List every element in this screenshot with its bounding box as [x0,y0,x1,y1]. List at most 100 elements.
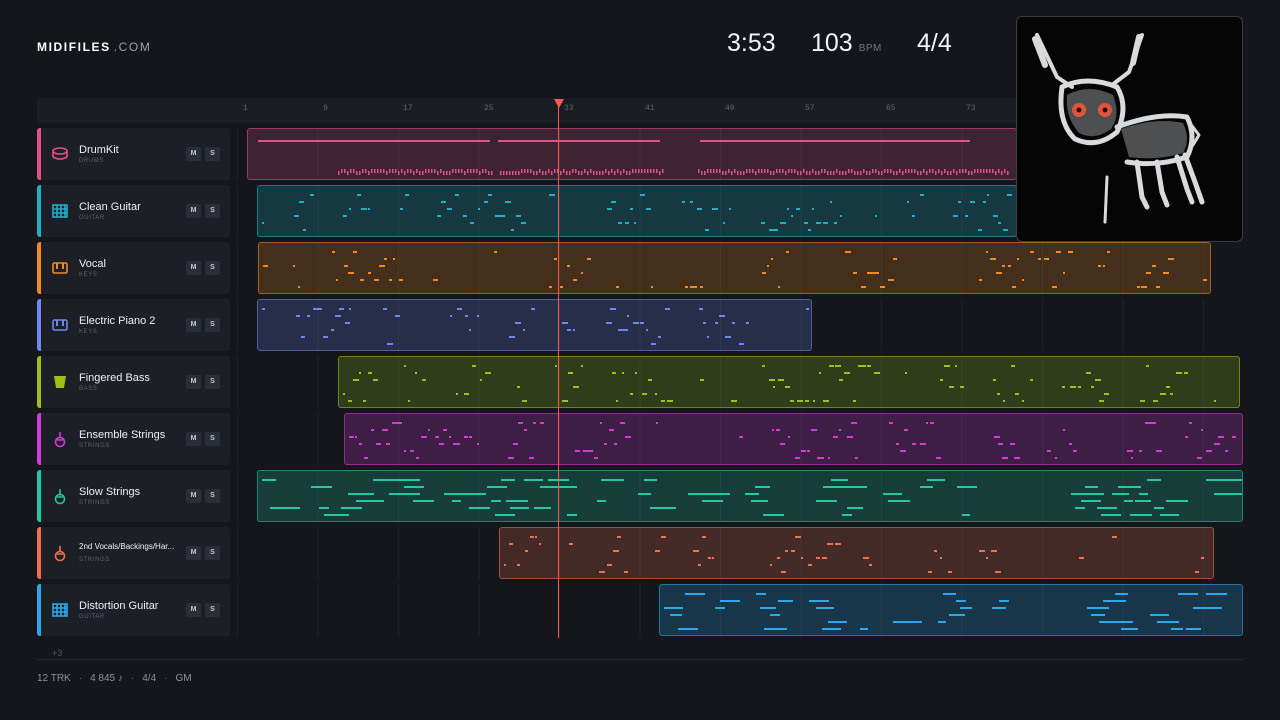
track-color-stripe [37,242,41,294]
track-name: Electric Piano 2 [79,315,156,327]
note-pattern [349,422,1236,459]
track-category: BASS [79,386,98,392]
solo-button[interactable]: S [205,432,220,446]
midi-clip[interactable] [257,470,1243,522]
solo-button[interactable]: S [205,261,220,275]
footer-stats: 12 TRK · 4 845 ♪ · 4/4 · GM [37,673,192,684]
bar-number-41: 41 [645,104,655,113]
note-pattern [263,251,1207,288]
track-category: KEYS [79,272,98,278]
bar-number-33: 33 [564,104,574,113]
violin-icon [51,487,69,505]
midi-clip[interactable] [257,299,812,351]
bass-icon [51,373,69,391]
track-name: Clean Guitar [79,201,141,213]
track-header-fingered-bass[interactable]: Fingered Bass BASS M S [37,356,230,408]
mute-button[interactable]: M [186,261,201,275]
track-color-stripe [37,299,41,351]
track-color-stripe [37,128,41,180]
bar-number-9: 9 [323,104,328,113]
solo-button[interactable]: S [205,204,220,218]
bar-number-65: 65 [886,104,896,113]
violin-icon [51,430,69,448]
note-pattern [262,479,1242,516]
mute-button[interactable]: M [186,432,201,446]
track-header-vocal[interactable]: Vocal KEYS M S [37,242,230,294]
track-header-2nd-vocals-backings-har[interactable]: 2nd Vocals/Backings/Har... STRINGS M S [37,527,230,579]
midi-standard: GM [175,673,192,684]
keys-icon [51,316,69,334]
track-name: 2nd Vocals/Backings/Har... [79,542,175,551]
track-header-clean-guitar[interactable]: Clean Guitar GUITAR M S [37,185,230,237]
track-category: STRINGS [79,557,110,563]
mute-button[interactable]: M [186,546,201,560]
midi-clip[interactable] [258,242,1211,294]
solo-button[interactable]: S [205,147,220,161]
solo-button[interactable]: S [205,375,220,389]
hidden-tracks-count[interactable]: +3 [52,648,62,658]
solo-button[interactable]: S [205,318,220,332]
midi-clip[interactable] [247,128,1017,180]
track-category: KEYS [79,329,98,335]
bar-number-17: 17 [403,104,413,113]
track-header-electric-piano-2[interactable]: Electric Piano 2 KEYS M S [37,299,230,351]
mute-button[interactable]: M [186,204,201,218]
mute-button[interactable]: M [186,375,201,389]
track-header-distortion-guitar[interactable]: Distortion Guitar GUITAR M S [37,584,230,636]
track-color-stripe [37,470,41,522]
mute-button[interactable]: M [186,603,201,617]
track-category: STRINGS [79,443,110,449]
track-color-stripe [37,185,41,237]
track-category: STRINGS [79,500,110,506]
mute-button[interactable]: M [186,318,201,332]
bar-number-25: 25 [484,104,494,113]
mute-button[interactable]: M [186,489,201,503]
logo[interactable]: MIDIFILES .COM [37,40,151,54]
footer-time-signature: 4/4 [142,673,157,684]
midi-clip[interactable] [257,185,1017,237]
track-name: Slow Strings [79,486,141,498]
track-header-drumkit[interactable]: DrumKit DRUMS M S [37,128,230,180]
playhead-handle[interactable] [554,99,564,108]
footer-divider [37,659,1243,660]
track-name: Vocal [79,258,106,270]
logo-main: MIDIFILES [37,40,111,54]
mute-button[interactable]: M [186,147,201,161]
track-name: DrumKit [79,144,119,156]
logo-suffix: .COM [113,40,152,54]
track-name: Ensemble Strings [79,429,166,441]
midi-clip[interactable] [659,584,1243,636]
midi-clip[interactable] [499,527,1214,579]
drum-icon [51,145,69,163]
solo-button[interactable]: S [205,603,220,617]
time-signature-display: 4/4 [917,29,952,57]
note-count: 4 845 ♪ [90,673,123,684]
solo-button[interactable]: S [205,546,220,560]
midi-clip[interactable] [338,356,1240,408]
keys-icon [51,259,69,277]
note-pattern [262,194,1012,231]
track-header-slow-strings[interactable]: Slow Strings STRINGS M S [37,470,230,522]
bar-number-1: 1 [243,104,248,113]
midi-clip[interactable] [344,413,1243,465]
guitar-grid-icon [51,601,69,619]
track-category: DRUMS [79,158,104,164]
bar-number-57: 57 [805,104,815,113]
note-pattern [258,140,1009,175]
note-pattern [664,593,1227,630]
note-pattern [504,536,1204,573]
track-count: 12 TRK [37,673,71,684]
track-color-stripe [37,527,41,579]
guitar-grid-icon [51,202,69,220]
track-category: GUITAR [79,614,105,620]
violin-icon [51,544,69,562]
note-pattern [262,308,809,345]
track-header-ensemble-strings[interactable]: Ensemble Strings STRINGS M S [37,413,230,465]
playhead[interactable] [558,100,559,638]
track-name: Fingered Bass [79,372,150,384]
bar-number-49: 49 [725,104,735,113]
donkey-drawing [1032,33,1205,224]
track-name: Distortion Guitar [79,600,159,612]
solo-button[interactable]: S [205,489,220,503]
duration-display: 3:53 [727,29,776,57]
